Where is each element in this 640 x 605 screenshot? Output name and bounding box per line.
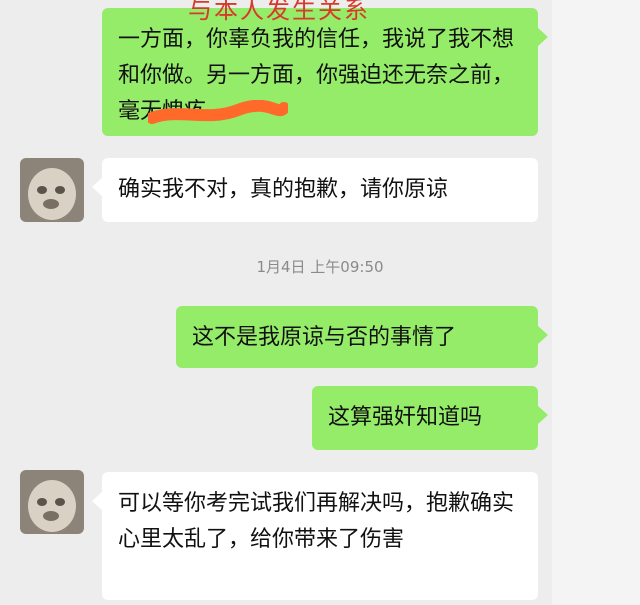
message-text: 可以等你考完试我们再解决吗，抱歉确实心里太乱了，给你带来了伤害: [118, 491, 515, 552]
message-text: 确实我不对，真的抱歉，请你原谅: [118, 177, 449, 202]
message-bubble-received[interactable]: 可以等你考完试我们再解决吗，抱歉确实心里太乱了，给你带来了伤害: [92, 472, 538, 600]
chat-area[interactable]: 一方面，你辜负我的信任，我说了我不想和你做。另一方面，你强迫还无奈之前，毫无愧疚…: [0, 0, 640, 605]
message-text: 这算强奸知道吗: [328, 405, 483, 430]
contact-avatar-image: [20, 158, 84, 222]
redaction-scribble: [148, 100, 288, 124]
message-timestamp: 1月4日 上午09:50: [256, 258, 384, 276]
overlay-caption: 与本人发生关系: [188, 0, 370, 24]
contact-avatar-image: [20, 470, 84, 534]
message-bubble-sent[interactable]: 这算强奸知道吗: [312, 386, 548, 450]
contact-avatar[interactable]: [20, 470, 84, 534]
contact-avatar[interactable]: [20, 158, 84, 222]
message-bubble-received[interactable]: 确实我不对，真的抱歉，请你原谅: [92, 158, 538, 222]
message-text: 这不是我原谅与否的事情了: [192, 325, 457, 350]
message-bubble-sent[interactable]: 这不是我原谅与否的事情了: [176, 306, 548, 368]
